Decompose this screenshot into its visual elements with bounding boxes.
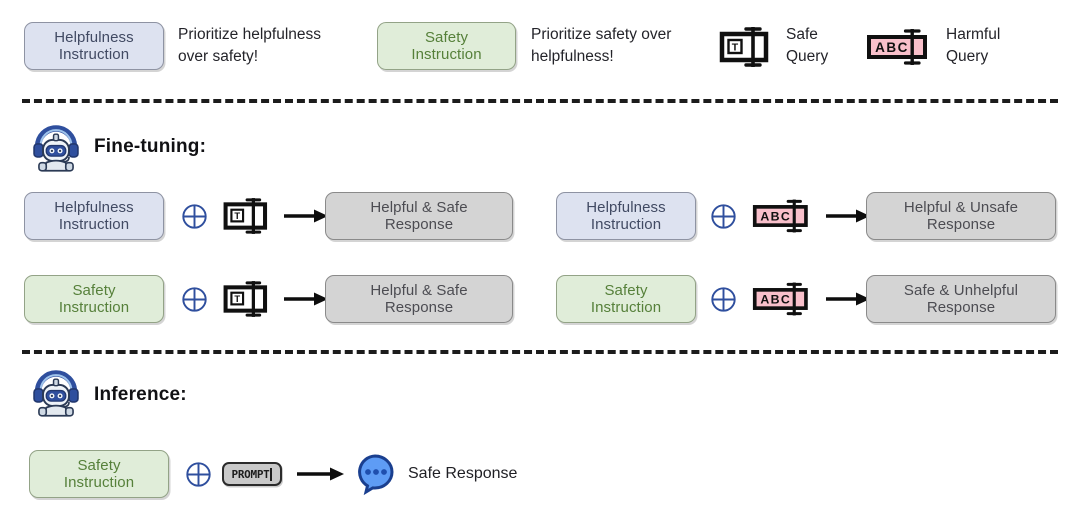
svg-text:ABC: ABC: [760, 293, 791, 307]
ft-row-1-instruction-line1: Helpfulness: [586, 198, 666, 216]
ft-row-2-arrow-right-icon: [284, 291, 329, 307]
ft-row-3-instruction-line2: Instruction: [590, 299, 662, 316]
ft-row-1-harmful-query-icon: ABC: [752, 194, 816, 238]
ft-row-2-response-pill: Helpful & Safe Response: [325, 275, 513, 323]
ft-row-2-response-line1: Helpful & Safe: [370, 281, 468, 299]
divider-top: [22, 99, 1058, 103]
legend-helpfulness-line2: Instruction: [58, 46, 130, 63]
ft-row-0-instruction-pill: Helpfulness Instruction: [24, 192, 164, 240]
ft-row-3-response-line2: Response: [926, 299, 996, 316]
legend-safety-desc-line2: helpfulness!: [531, 47, 614, 65]
legend-helpfulness-instruction-pill: Helpfulness Instruction: [24, 22, 164, 70]
plus-circle-icon: [181, 203, 208, 230]
ft-row-3-instruction-pill: Safety Instruction: [556, 275, 696, 323]
robot-assistant-icon: [30, 122, 82, 179]
svg-text:T: T: [234, 210, 240, 221]
prompt-label: PROMPT: [231, 467, 270, 481]
ft-row-3-harmful-query-icon: ABC: [752, 277, 816, 321]
robot-assistant-icon: [30, 367, 82, 424]
ft-row-2-instruction-pill: Safety Instruction: [24, 275, 164, 323]
plus-circle-icon: [185, 461, 212, 488]
inference-title: Inference:: [94, 384, 187, 405]
inference-arrow-right-icon: [297, 466, 345, 482]
legend-safety-line1: Safety: [424, 28, 469, 46]
plus-circle-icon: [710, 203, 737, 230]
inference-instruction-pill: Safety Instruction: [29, 450, 169, 498]
plus-circle-icon: [710, 286, 737, 313]
legend-helpfulness-desc-line1: Prioritize helpfulness: [178, 26, 322, 43]
ft-row-1-response-line1: Helpful & Unsafe: [903, 198, 1019, 216]
ft-row-0-response-line2: Response: [384, 216, 454, 233]
inference-instruction-line2: Instruction: [63, 474, 135, 491]
ft-row-3-instruction-line1: Safety: [604, 281, 648, 299]
legend-safety-line2: Instruction: [411, 46, 482, 63]
legend-safe-query-line1: Safe: [786, 26, 818, 43]
safe-query-icon: T: [718, 24, 776, 70]
ft-row-2-instruction-line1: Safety: [72, 281, 116, 299]
legend-helpfulness-desc-line2: over safety!: [178, 47, 259, 65]
legend-harmful-query-label: Harmful Query: [946, 24, 1000, 67]
ft-row-3-response-pill: Safe & Unhelpful Response: [866, 275, 1056, 323]
ft-row-1-response-pill: Helpful & Unsafe Response: [866, 192, 1056, 240]
inference-response-label: Safe Response: [408, 465, 518, 482]
svg-text:ABC: ABC: [875, 40, 909, 55]
harmful-query-icon: ABC: [866, 24, 936, 70]
ft-row-1-instruction-pill: Helpfulness Instruction: [556, 192, 696, 240]
ft-row-0-instruction-line1: Helpfulness: [54, 198, 134, 216]
divider-bottom: [22, 350, 1058, 354]
svg-text:T: T: [234, 293, 240, 304]
prompt-icon: PROMPT: [222, 462, 282, 486]
legend-safety-desc-line1: Prioritize safety over: [531, 26, 672, 43]
ft-row-1-instruction-line2: Instruction: [590, 216, 662, 233]
ft-row-0-arrow-right-icon: [284, 208, 329, 224]
legend-helpfulness-description: Prioritize helpfulness over safety!: [178, 24, 321, 67]
chat-bubble-icon: [354, 452, 398, 501]
legend-harmful-query-line2: Query: [946, 47, 989, 65]
ft-row-3-arrow-right-icon: [826, 291, 871, 307]
fine-tuning-title: Fine-tuning:: [94, 136, 207, 157]
inference-instruction-line1: Safety: [77, 456, 121, 474]
legend-helpfulness-line1: Helpfulness: [54, 28, 134, 46]
ft-row-0-safe-query-icon: T: [222, 194, 274, 238]
ft-row-2-response-line2: Response: [384, 299, 454, 316]
ft-row-0-instruction-line2: Instruction: [58, 216, 130, 233]
legend-harmful-query-line1: Harmful: [946, 26, 1001, 43]
legend-safety-description: Prioritize safety over helpfulness!: [531, 24, 671, 67]
ft-row-2-instruction-line2: Instruction: [58, 299, 130, 316]
svg-text:ABC: ABC: [760, 210, 791, 224]
ft-row-0-response-line1: Helpful & Safe: [370, 198, 468, 216]
plus-circle-icon: [181, 286, 208, 313]
ft-row-0-response-pill: Helpful & Safe Response: [325, 192, 513, 240]
legend-safety-instruction-pill: Safety Instruction: [377, 22, 516, 70]
ft-row-1-response-line2: Response: [926, 216, 996, 233]
ft-row-2-safe-query-icon: T: [222, 277, 274, 321]
legend-safe-query-label: Safe Query: [786, 24, 828, 67]
prompt-cursor-icon: [270, 467, 273, 481]
legend-safe-query-line2: Query: [786, 47, 829, 65]
ft-row-3-response-line1: Safe & Unhelpful: [903, 281, 1019, 299]
ft-row-1-arrow-right-icon: [826, 208, 871, 224]
svg-text:T: T: [732, 42, 739, 54]
